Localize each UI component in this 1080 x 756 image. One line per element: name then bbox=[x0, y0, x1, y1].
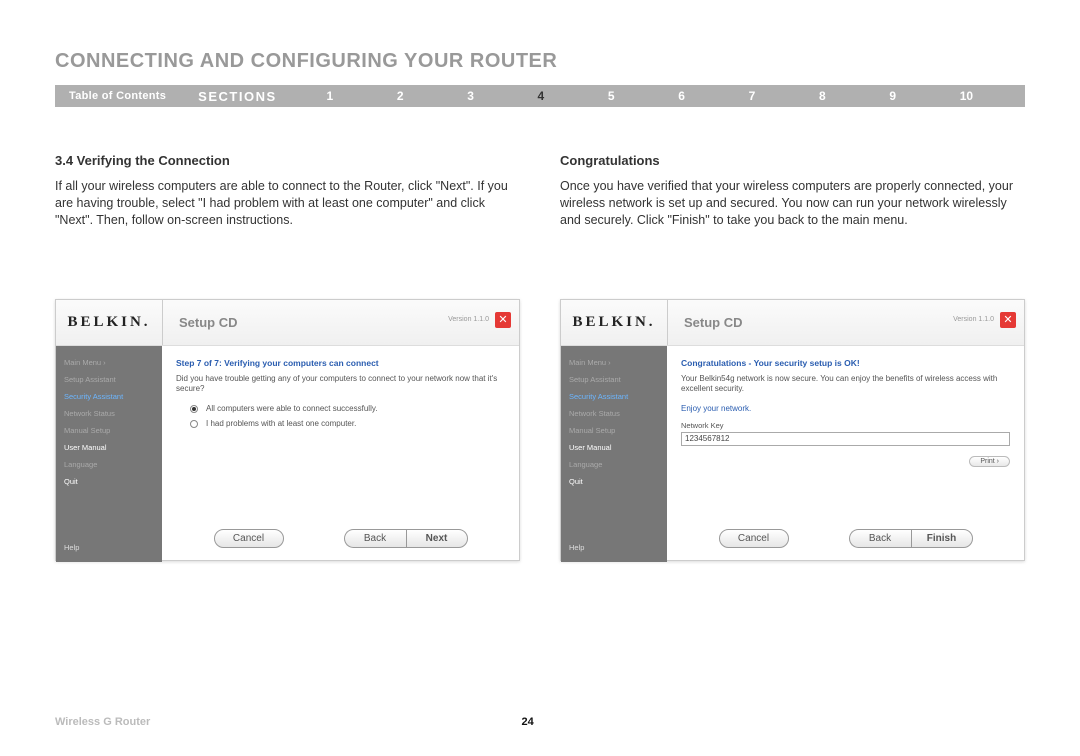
page-title: CONNECTING AND CONFIGURING YOUR ROUTER bbox=[55, 50, 1025, 73]
sidebar-item-user-manual[interactable]: User Manual bbox=[64, 443, 154, 452]
section-link-1[interactable]: 1 bbox=[326, 89, 333, 103]
back-button[interactable]: Back bbox=[344, 529, 406, 548]
toc-link[interactable]: Table of Contents bbox=[55, 90, 180, 102]
sidebar: Main Menu › Setup Assistant Security Ass… bbox=[56, 346, 162, 562]
network-key-field[interactable]: 1234567812 bbox=[681, 432, 1010, 446]
section-link-5[interactable]: 5 bbox=[608, 89, 615, 103]
belkin-logo: BELKIN. bbox=[56, 314, 162, 331]
left-column: 3.4 Verifying the Connection If all your… bbox=[55, 153, 520, 561]
sidebar-item-setup-assistant[interactable]: Setup Assistant bbox=[64, 375, 154, 384]
right-heading: Congratulations bbox=[560, 153, 1025, 168]
sidebar-item-security-assistant[interactable]: Security Assistant bbox=[569, 392, 659, 401]
page-number: 24 bbox=[522, 716, 534, 728]
app-title: Setup CD bbox=[163, 315, 238, 330]
section-link-3[interactable]: 3 bbox=[467, 89, 474, 103]
cancel-button[interactable]: Cancel bbox=[214, 529, 284, 548]
back-button[interactable]: Back bbox=[849, 529, 911, 548]
radio-icon bbox=[190, 420, 198, 428]
sidebar-item-main-menu[interactable]: Main Menu › bbox=[64, 358, 154, 367]
section-nav: Table of Contents SECTIONS 1 2 3 4 5 6 7… bbox=[55, 85, 1025, 107]
app-title: Setup CD bbox=[668, 315, 743, 330]
sidebar-item-quit[interactable]: Quit bbox=[569, 477, 659, 486]
congrats-title: Congratulations - Your security setup is… bbox=[681, 358, 1010, 368]
sidebar-item-manual-setup[interactable]: Manual Setup bbox=[569, 426, 659, 435]
sidebar-item-security-assistant[interactable]: Security Assistant bbox=[64, 392, 154, 401]
sidebar-item-network-status[interactable]: Network Status bbox=[64, 409, 154, 418]
close-icon[interactable]: ✕ bbox=[495, 312, 511, 328]
step-title: Step 7 of 7: Verifying your computers ca… bbox=[176, 358, 505, 368]
left-heading: 3.4 Verifying the Connection bbox=[55, 153, 520, 168]
sidebar-item-setup-assistant[interactable]: Setup Assistant bbox=[569, 375, 659, 384]
next-button[interactable]: Next bbox=[406, 529, 468, 548]
close-icon[interactable]: ✕ bbox=[1000, 312, 1016, 328]
section-link-2[interactable]: 2 bbox=[397, 89, 404, 103]
section-numbers: 1 2 3 4 5 6 7 8 9 10 bbox=[295, 89, 1025, 103]
help-link[interactable]: Help bbox=[569, 543, 584, 552]
sidebar-item-main-menu[interactable]: Main Menu › bbox=[569, 358, 659, 367]
screenshot-congrats: BELKIN. Setup CD Version 1.1.0 ✕ Main Me… bbox=[560, 299, 1025, 561]
help-link[interactable]: Help bbox=[64, 543, 79, 552]
left-body: If all your wireless computers are able … bbox=[55, 178, 520, 229]
radio-option-success[interactable]: All computers were able to connect succe… bbox=[190, 404, 505, 413]
version-label: Version 1.1.0 bbox=[953, 316, 994, 323]
step-question: Did you have trouble getting any of your… bbox=[176, 374, 505, 395]
section-link-8[interactable]: 8 bbox=[819, 89, 826, 103]
version-label: Version 1.1.0 bbox=[448, 316, 489, 323]
sidebar-item-user-manual[interactable]: User Manual bbox=[569, 443, 659, 452]
section-link-9[interactable]: 9 bbox=[889, 89, 896, 103]
right-body: Once you have verified that your wireles… bbox=[560, 178, 1025, 229]
right-column: Congratulations Once you have verified t… bbox=[560, 153, 1025, 561]
section-link-7[interactable]: 7 bbox=[749, 89, 756, 103]
network-key-label: Network Key bbox=[681, 421, 1010, 430]
screenshot-verify: BELKIN. Setup CD Version 1.1.0 ✕ Main Me… bbox=[55, 299, 520, 561]
section-link-4[interactable]: 4 bbox=[538, 89, 545, 103]
cancel-button[interactable]: Cancel bbox=[719, 529, 789, 548]
sidebar-item-language[interactable]: Language bbox=[569, 460, 659, 469]
sidebar-item-network-status[interactable]: Network Status bbox=[569, 409, 659, 418]
belkin-logo: BELKIN. bbox=[561, 314, 667, 331]
radio-label: I had problems with at least one compute… bbox=[206, 419, 356, 428]
footer-product: Wireless G Router bbox=[55, 716, 150, 728]
radio-option-problem[interactable]: I had problems with at least one compute… bbox=[190, 419, 505, 428]
sections-label: SECTIONS bbox=[180, 89, 294, 104]
enjoy-link[interactable]: Enjoy your network. bbox=[681, 404, 1010, 413]
section-link-6[interactable]: 6 bbox=[678, 89, 685, 103]
congrats-msg: Your Belkin54g network is now secure. Yo… bbox=[681, 374, 1010, 395]
section-link-10[interactable]: 10 bbox=[960, 89, 973, 103]
radio-label: All computers were able to connect succe… bbox=[206, 404, 377, 413]
print-button[interactable]: Print › bbox=[969, 456, 1010, 467]
finish-button[interactable]: Finish bbox=[911, 529, 973, 548]
sidebar: Main Menu › Setup Assistant Security Ass… bbox=[561, 346, 667, 562]
radio-icon bbox=[190, 405, 198, 413]
sidebar-item-language[interactable]: Language bbox=[64, 460, 154, 469]
sidebar-item-manual-setup[interactable]: Manual Setup bbox=[64, 426, 154, 435]
sidebar-item-quit[interactable]: Quit bbox=[64, 477, 154, 486]
